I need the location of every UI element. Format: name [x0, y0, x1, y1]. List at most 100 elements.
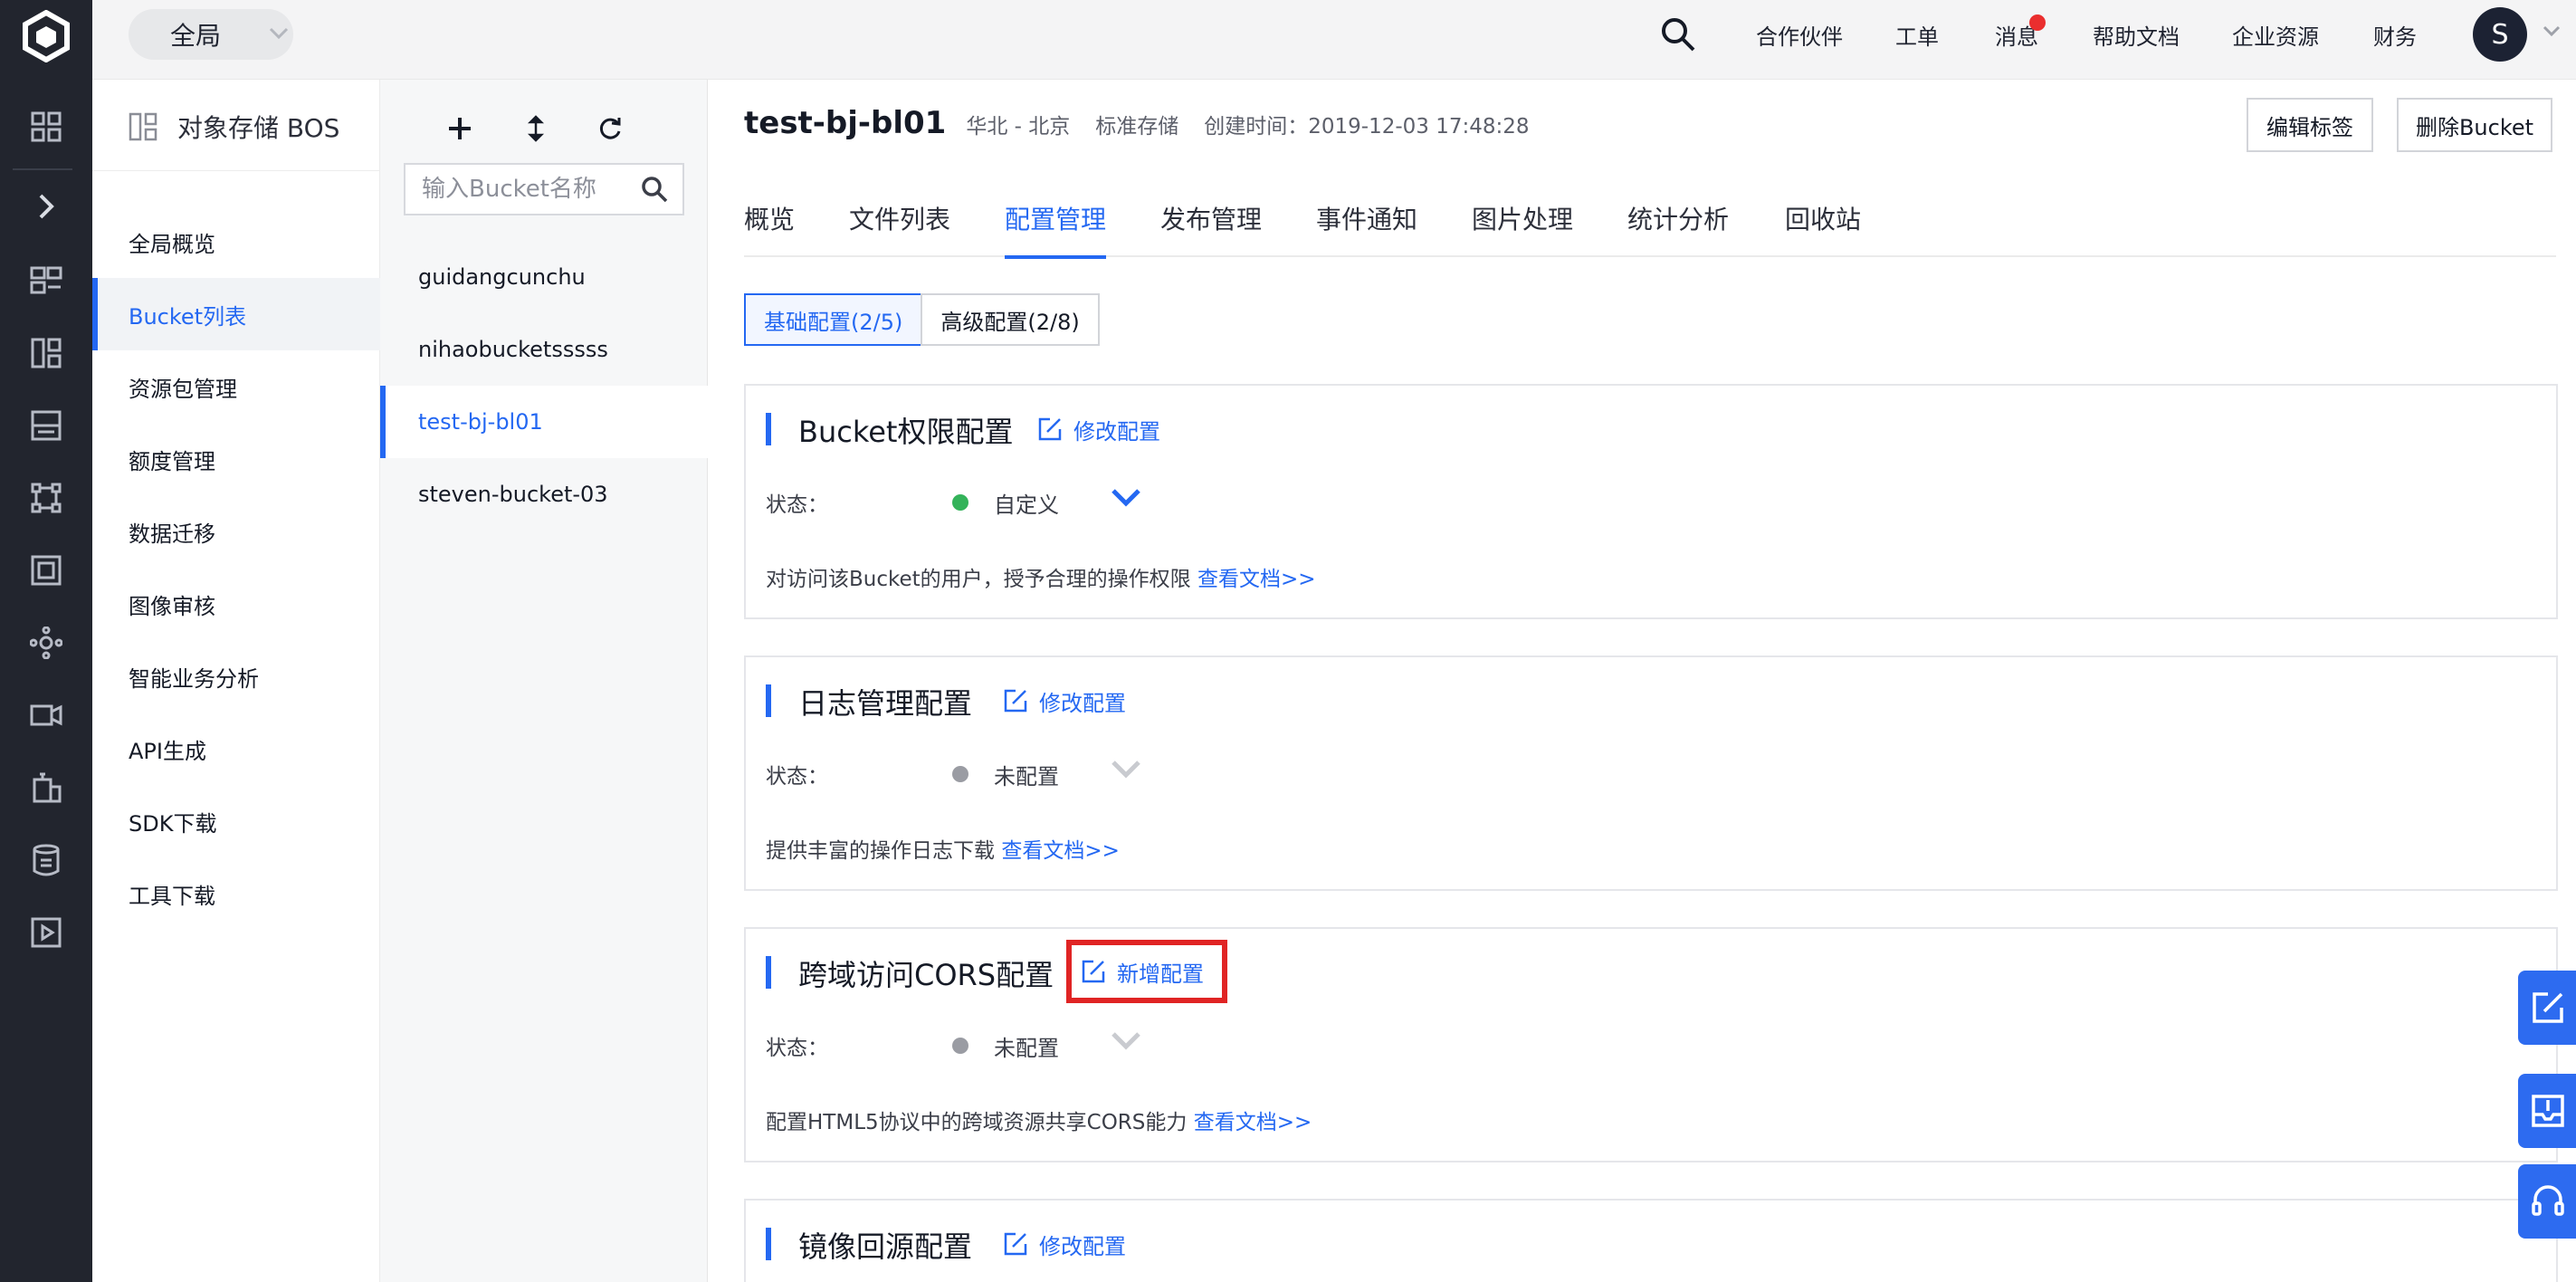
status-dot	[952, 766, 968, 782]
cluster-icon[interactable]	[21, 617, 72, 668]
video-icon[interactable]	[21, 690, 72, 741]
card-accent-bar	[766, 1228, 771, 1260]
delete-bucket-button[interactable]: 删除Bucket	[2397, 98, 2552, 152]
object-storage-icon	[129, 112, 157, 141]
bucket-storage-class: 标准存储	[1095, 115, 1179, 139]
modify-config-link[interactable]: 修改配置	[1003, 683, 1126, 719]
subtab-basic-config[interactable]: 基础配置(2/5)	[744, 293, 923, 346]
tab-publish-management[interactable]: 发布管理	[1160, 179, 1262, 257]
add-config-button[interactable]: 新增配置	[1066, 940, 1227, 1003]
search-icon[interactable]	[1660, 0, 1696, 69]
bucket-list-item[interactable]: nihaobucketsssss	[380, 313, 708, 386]
scope-selector[interactable]: 全局	[129, 9, 293, 60]
refresh-icon[interactable]	[588, 107, 632, 150]
expand-chevron-icon[interactable]	[1110, 1028, 1142, 1054]
sidebar-item-sdk-download[interactable]: SDK下载	[92, 785, 380, 857]
inbox-icon[interactable]	[2518, 1074, 2576, 1148]
card-title: Bucket权限配置	[798, 415, 1014, 449]
tab-config-management[interactable]: 配置管理	[1005, 179, 1107, 259]
add-bucket-icon[interactable]	[438, 107, 482, 150]
description-text: 配置HTML5协议中的跨域资源共享CORS能力	[766, 1111, 1188, 1134]
bucket-created-time: 创建时间：2019-12-03 17:48:28	[1204, 115, 1530, 139]
expand-chevron-icon[interactable]	[1110, 485, 1142, 511]
modify-config-link[interactable]: 修改配置	[1003, 1226, 1126, 1262]
edit-icon	[1004, 1232, 1027, 1256]
sidebar-item-data-migration[interactable]: 数据迁移	[92, 495, 380, 568]
description-text: 提供丰富的操作日志下载	[766, 839, 995, 863]
server-icon[interactable]	[21, 255, 72, 306]
chevron-down-icon[interactable]	[2542, 24, 2562, 40]
sort-icon[interactable]	[514, 107, 558, 150]
edit-icon	[1038, 417, 1062, 441]
tab-overview[interactable]: 概览	[744, 179, 795, 257]
config-subtabs: 基础配置(2/5) 高级配置(2/8)	[744, 293, 1100, 346]
card-title: 日志管理配置	[798, 686, 973, 721]
service-title: 对象存储 BOS	[129, 109, 339, 145]
modify-config-label: 修改配置	[1073, 418, 1160, 445]
status-label: 状态：	[766, 1037, 828, 1060]
expand-chevron-icon[interactable]	[1110, 757, 1142, 782]
config-card-cors: 跨域访问CORS配置 新增配置 状态： 未配置 配置HTML5协议中的跨域资源共…	[744, 927, 2558, 1162]
sidebar-item-overview[interactable]: 全局概览	[92, 206, 380, 278]
card-accent-bar	[766, 684, 771, 717]
sidebar-item-resource-packages[interactable]: 资源包管理	[92, 350, 380, 423]
avatar[interactable]: S	[2473, 7, 2527, 62]
dashboard-icon[interactable]	[21, 328, 72, 378]
sidebar-item-quota[interactable]: 额度管理	[92, 423, 380, 495]
bucket-list-panel: guidangcunchu nihaobucketsssss test-bj-b…	[380, 80, 708, 1282]
status-dot	[952, 494, 968, 511]
sidebar-item-business-analysis[interactable]: 智能业务分析	[92, 640, 380, 713]
config-card-bucket-permission: Bucket权限配置 修改配置 状态： 自定义 对访问该Bucket的用户，授予…	[744, 384, 2558, 619]
edit-tags-button[interactable]: 编辑标签	[2247, 98, 2373, 152]
modify-config-label: 修改配置	[1039, 1233, 1126, 1259]
all-products-icon[interactable]	[21, 101, 72, 152]
sidebar-divider	[92, 170, 380, 171]
bucket-list-item[interactable]: steven-bucket-03	[380, 458, 708, 531]
building-icon[interactable]	[21, 762, 72, 813]
status-label: 状态：	[766, 765, 828, 789]
bucket-list-item[interactable]: guidangcunchu	[380, 241, 708, 313]
config-card-log-management: 日志管理配置 修改配置 状态： 未配置 提供丰富的操作日志下载 查看文档>>	[744, 655, 2558, 891]
expand-chevron-icon[interactable]	[21, 181, 72, 232]
sidebar-item-bucket-list[interactable]: Bucket列表	[92, 278, 380, 350]
notification-dot	[2029, 14, 2046, 31]
nav-finance[interactable]: 财务	[2373, 0, 2417, 69]
data-transfer-icon[interactable]	[21, 835, 72, 885]
card-description: 提供丰富的操作日志下载 查看文档>>	[766, 833, 1120, 864]
card-title: 镜像回源配置	[798, 1229, 973, 1264]
tab-file-list[interactable]: 文件列表	[849, 179, 950, 257]
bucket-list-toolbar	[380, 107, 708, 152]
service-sidebar: 对象存储 BOS 全局概览 Bucket列表 资源包管理 额度管理 数据迁移 图…	[92, 80, 380, 1282]
tab-image-processing[interactable]: 图片处理	[1472, 179, 1573, 257]
tab-event-notification[interactable]: 事件通知	[1316, 179, 1417, 257]
tab-recycle-bin[interactable]: 回收站	[1785, 179, 1861, 257]
subtab-advanced-config[interactable]: 高级配置(2/8)	[921, 293, 1100, 346]
nav-messages[interactable]: 消息	[1995, 0, 2038, 69]
sidebar-item-image-review[interactable]: 图像审核	[92, 568, 380, 640]
view-docs-link[interactable]: 查看文档>>	[1197, 568, 1316, 591]
nav-partners[interactable]: 合作伙伴	[1756, 0, 1843, 69]
card-description: 配置HTML5协议中的跨域资源共享CORS能力 查看文档>>	[766, 1105, 1312, 1135]
nav-help-docs[interactable]: 帮助文档	[2093, 0, 2180, 69]
search-icon[interactable]	[641, 176, 668, 203]
bucket-search-input[interactable]	[405, 167, 623, 212]
tab-statistics[interactable]: 统计分析	[1627, 179, 1729, 257]
nav-tickets[interactable]: 工单	[1895, 0, 1939, 69]
feedback-edit-icon[interactable]	[2518, 971, 2576, 1045]
nav-enterprise-resources[interactable]: 企业资源	[2232, 0, 2319, 69]
sidebar-item-tools-download[interactable]: 工具下载	[92, 857, 380, 930]
network-icon[interactable]	[21, 473, 72, 523]
view-docs-link[interactable]: 查看文档>>	[1194, 1111, 1312, 1134]
scope-label: 全局	[170, 21, 222, 51]
global-nav-rail	[0, 0, 92, 1282]
cloud-logo-icon[interactable]	[0, 0, 92, 72]
view-docs-link[interactable]: 查看文档>>	[1001, 839, 1120, 863]
storage-icon[interactable]	[21, 400, 72, 451]
customer-service-headset-icon[interactable]	[2518, 1164, 2576, 1239]
card-title: 跨域访问CORS配置	[798, 958, 1054, 992]
database-icon[interactable]	[21, 545, 72, 596]
sidebar-item-api-generation[interactable]: API生成	[92, 713, 380, 785]
media-play-icon[interactable]	[21, 907, 72, 958]
modify-config-link[interactable]: 修改配置	[1037, 411, 1160, 447]
bucket-list-item-selected[interactable]: test-bj-bl01	[380, 386, 708, 458]
